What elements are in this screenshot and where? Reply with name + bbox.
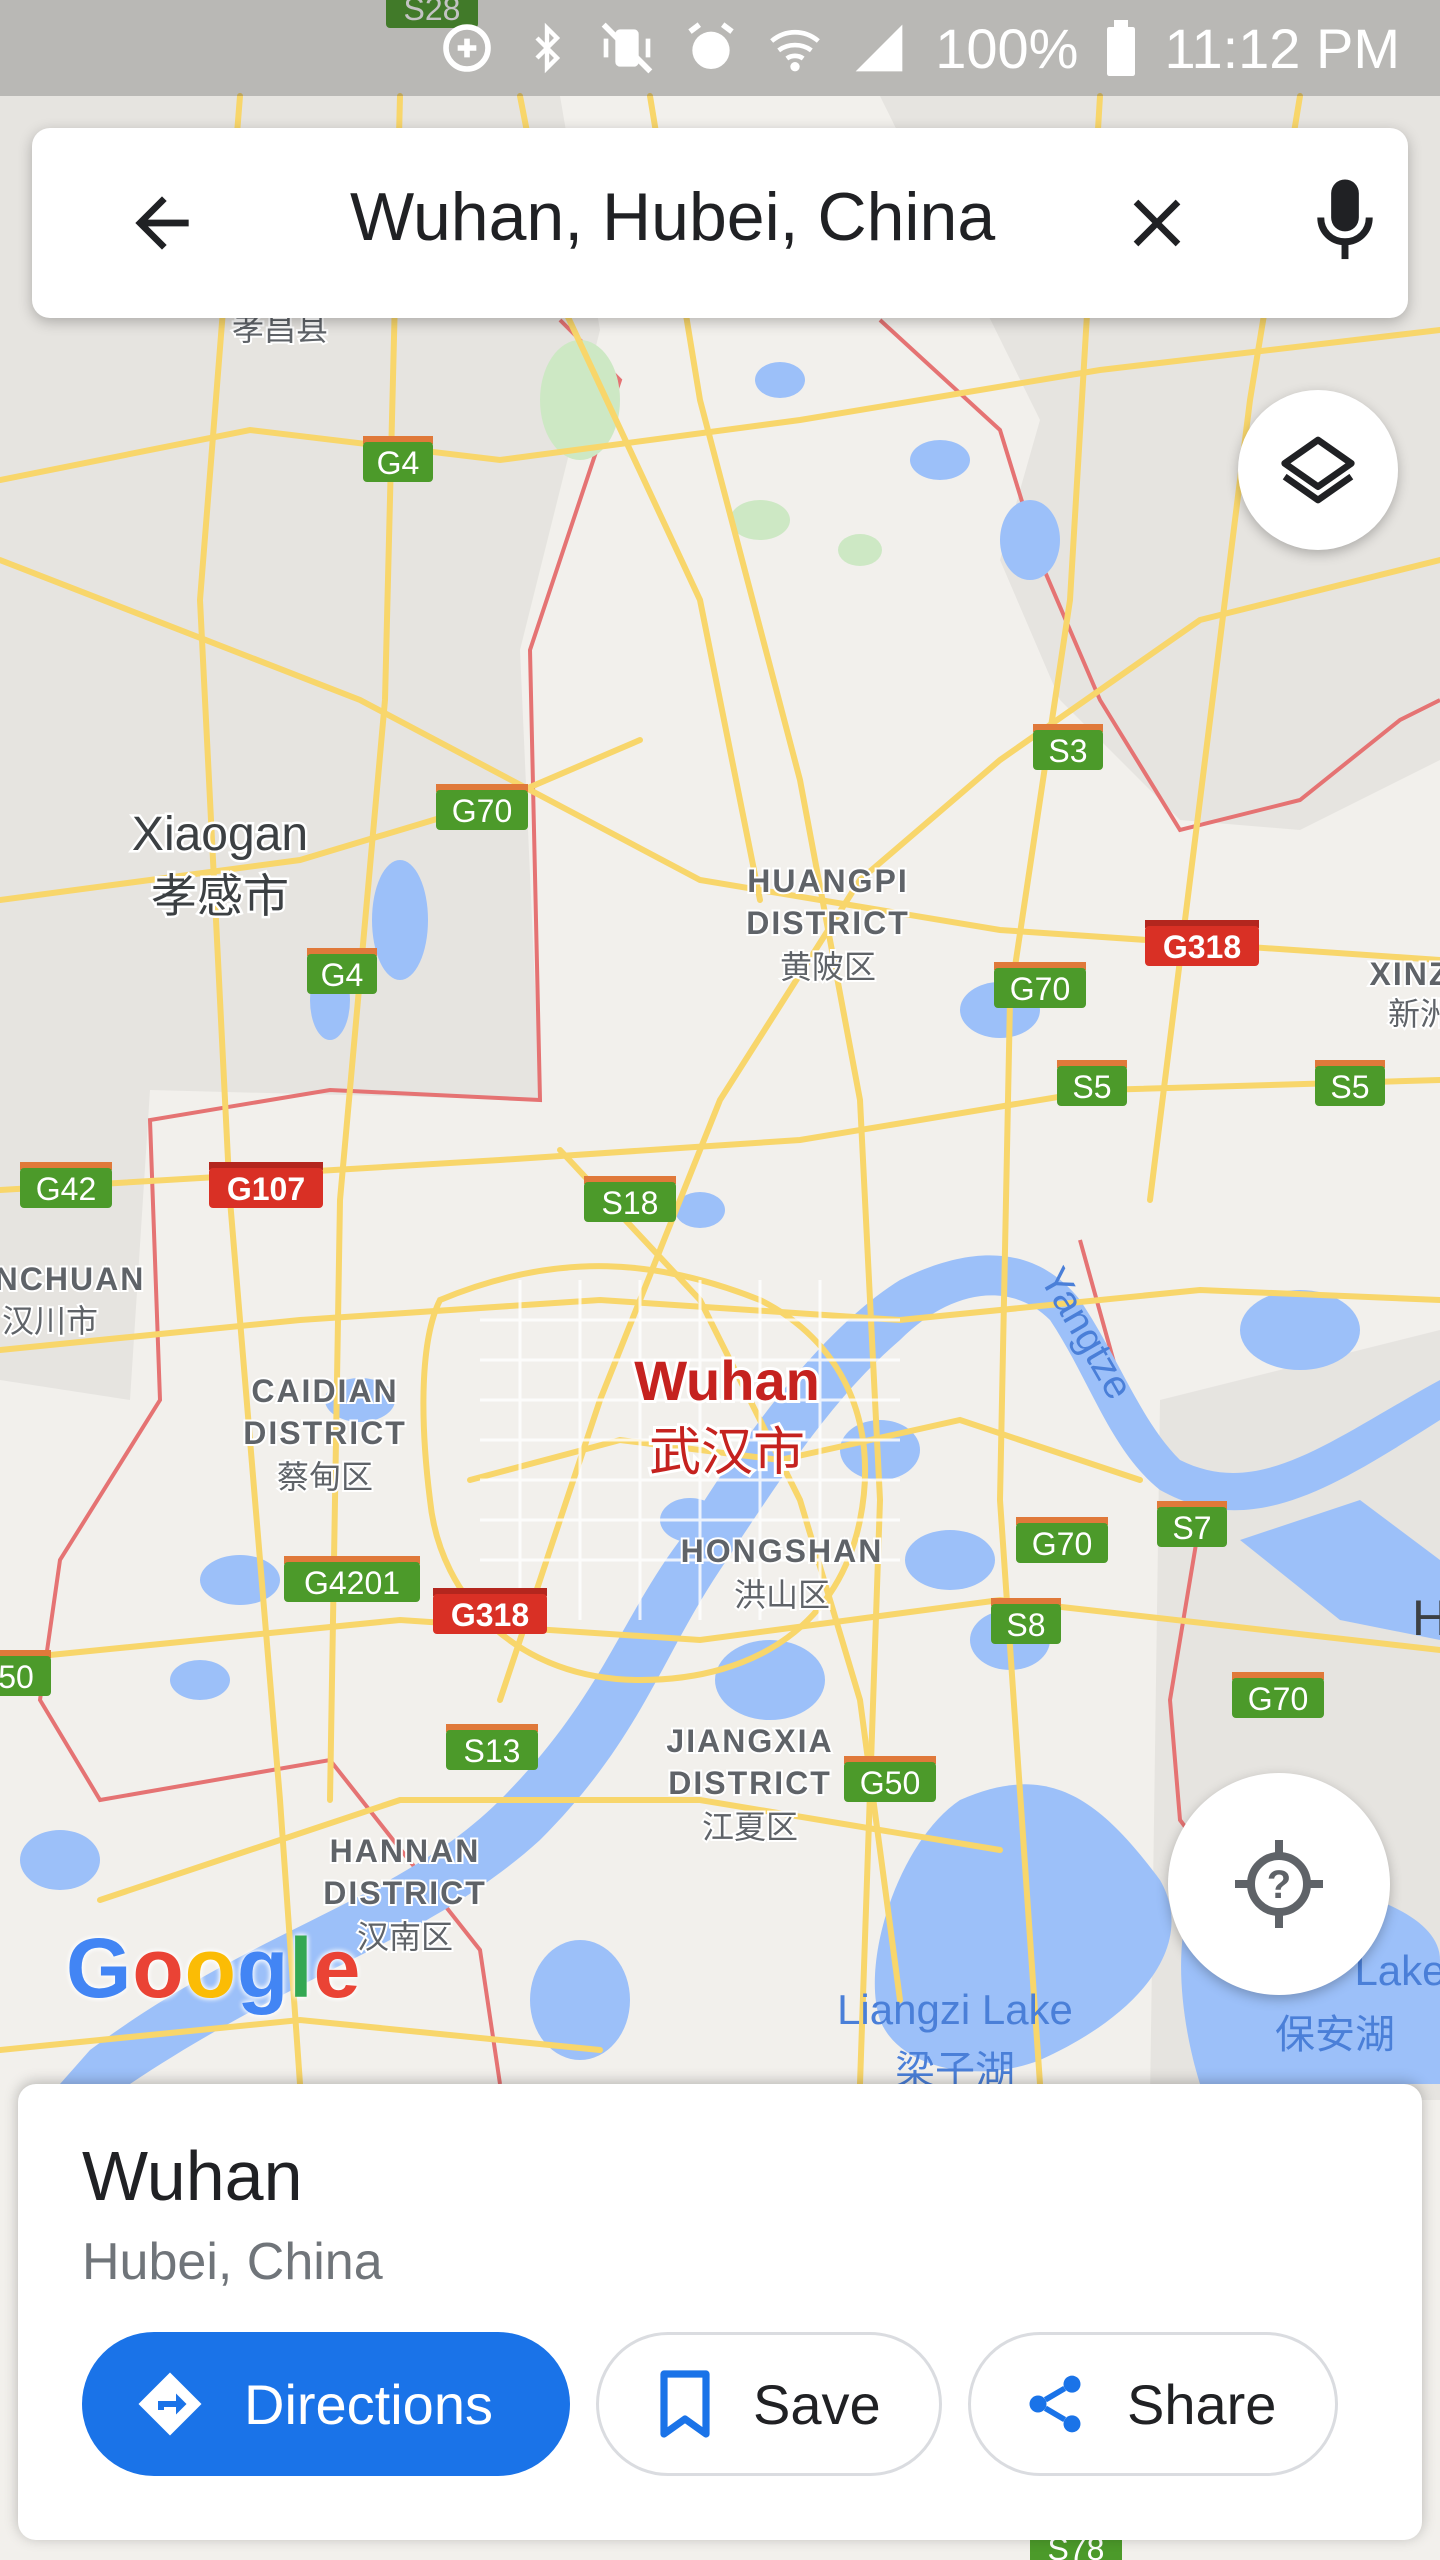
layers-button[interactable] [1238, 390, 1398, 550]
highway-shield-label: G4 [321, 957, 364, 993]
highway-shield-g318[interactable]: G318 [433, 1588, 547, 1634]
status-bar: 100% 11:12 PM [0, 0, 1440, 96]
search-input[interactable]: Wuhan, Hubei, China [350, 178, 995, 256]
map-label-xinz-en[interactable]: XINZ [1368, 954, 1440, 994]
highway-shield-g4[interactable]: G4 [363, 436, 433, 482]
highway-shield-label: S18 [602, 1185, 659, 1221]
highway-shield-g50[interactable]: G50 [844, 1756, 936, 1802]
map-label-xinz-zh[interactable]: 新洲 [1386, 994, 1440, 1034]
highway-shield-label: G318 [451, 1597, 529, 1633]
map-label-hannan-en[interactable]: HANNAN [328, 1831, 481, 1871]
map-label-xiaogan-en[interactable]: Xiaogan [129, 806, 310, 864]
layers-icon [1281, 436, 1355, 504]
highway-shield-g4[interactable]: G4 [307, 948, 377, 994]
highway-shield-label: G70 [452, 793, 512, 829]
highway-shield-label: G50 [860, 1765, 920, 1801]
highway-shield-s8[interactable]: S8 [991, 1598, 1061, 1644]
map-label-xiaogan-zh[interactable]: 孝感市 [149, 868, 292, 925]
highway-shield-label: S5 [1330, 1069, 1369, 1105]
highway-shield-label: G318 [1163, 929, 1241, 965]
highway-shield-g4201[interactable]: G4201 [284, 1556, 420, 1602]
map-label-jiangxia-en2[interactable]: DISTRICT [666, 1763, 832, 1803]
directions-label: Directions [244, 2372, 493, 2436]
locate-icon: ? [1235, 1840, 1323, 1928]
wifi-icon [770, 29, 821, 72]
highway-shield-label: S13 [464, 1733, 521, 1769]
google-logo: Google [66, 1921, 362, 2015]
search-bar[interactable]: Wuhan, Hubei, China [32, 128, 1408, 318]
highway-shield-label: S5 [1072, 1069, 1111, 1105]
map-label-baoan-en[interactable]: Lake [1354, 1947, 1440, 1994]
highway-shield-g107[interactable]: G107 [209, 1162, 323, 1208]
highway-shield-s13[interactable]: S13 [446, 1724, 538, 1770]
battery-percent: 100% [935, 16, 1079, 80]
highway-shield-label: S7 [1172, 1510, 1211, 1546]
vibrate-icon [601, 22, 653, 74]
place-card[interactable]: Wuhan Hubei, China Directions Save Share [18, 2084, 1422, 2540]
back-arrow-icon[interactable] [122, 183, 202, 263]
map-label-hannan-en2[interactable]: DISTRICT [321, 1873, 487, 1913]
place-title: Wuhan [82, 2137, 303, 2215]
highway-shield-label: G70 [1010, 971, 1070, 1007]
highway-shield-s18[interactable]: S18 [584, 1176, 676, 1222]
highway-shield-g318[interactable]: G318 [1145, 920, 1259, 966]
highway-shield-s7[interactable]: S7 [1157, 1501, 1227, 1547]
map-label-caidian-zh[interactable]: 蔡甸区 [275, 1457, 375, 1497]
save-button[interactable]: Save [596, 2332, 942, 2476]
highway-shield-g70[interactable]: G70 [1232, 1672, 1324, 1718]
share-label: Share [1127, 2372, 1277, 2436]
highway-shield-label: G70 [1248, 1681, 1308, 1717]
bluetooth-icon [535, 22, 561, 74]
close-icon[interactable] [1117, 183, 1197, 263]
map-label-main-zh[interactable]: 武汉市 [646, 1421, 808, 1485]
svg-text:?: ? [1267, 1863, 1291, 1907]
highway-shield-50[interactable]: 50 [0, 1650, 51, 1696]
directions-button[interactable]: Directions [82, 2332, 570, 2476]
share-icon [1029, 2375, 1081, 2433]
map-label-liangzi-en[interactable]: Liangzi Lake [837, 1986, 1073, 2033]
highway-shield-s5[interactable]: S5 [1057, 1060, 1127, 1106]
map-label-caidian-en[interactable]: CAIDIAN [249, 1371, 398, 1411]
place-subtitle: Hubei, China [82, 2233, 383, 2291]
locate-button[interactable]: ? [1168, 1773, 1390, 1995]
map-label-caidian-en2[interactable]: DISTRICT [241, 1413, 407, 1453]
map-label-h[interactable]: H [1412, 1590, 1440, 1646]
map-label-jiangxia-zh[interactable]: 江夏区 [700, 1807, 800, 1847]
clock: 11:12 PM [1164, 16, 1400, 80]
share-button[interactable]: Share [968, 2332, 1338, 2476]
highway-shield-label: G70 [1032, 1526, 1092, 1562]
highway-shield-s3[interactable]: S3 [1033, 724, 1103, 770]
highway-shield-g42[interactable]: G42 [20, 1162, 112, 1208]
highway-shield-label: G4201 [304, 1565, 400, 1601]
highway-shield-label: G107 [227, 1171, 305, 1207]
alarm-icon [688, 22, 734, 69]
map-label-nchuan-en[interactable]: NCHUAN [0, 1259, 145, 1299]
map-label-huangpi-zh[interactable]: 黄陂区 [778, 947, 878, 987]
data-saver-icon [443, 24, 492, 72]
map-label-hongshan-en[interactable]: HONGSHAN [679, 1531, 884, 1571]
save-label: Save [753, 2372, 881, 2436]
map-label-baoan-zh[interactable]: 保安湖 [1275, 2013, 1395, 2057]
bookmark-icon [660, 2370, 710, 2438]
battery-icon [1107, 20, 1136, 76]
signal-icon [855, 24, 903, 72]
mic-icon[interactable] [1312, 176, 1378, 266]
highway-shield-g70[interactable]: G70 [1016, 1517, 1108, 1563]
map-label-main-en[interactable]: Wuhan [631, 1346, 823, 1415]
highway-shield-g70[interactable]: G70 [994, 962, 1086, 1008]
map-label-huangpi-en[interactable]: HUANGPI [745, 861, 909, 901]
map-label-hannan-zh[interactable]: 汉南区 [355, 1917, 455, 1957]
highway-shield-label: S3 [1048, 733, 1087, 769]
directions-icon [138, 2372, 202, 2436]
highway-shield-label: G42 [36, 1171, 96, 1207]
map-label-hongshan-zh[interactable]: 洪山区 [732, 1575, 832, 1615]
map-label-jiangxia-en[interactable]: JIANGXIA [664, 1721, 833, 1761]
map-label-nchuan-zh[interactable]: 汉川市 [0, 1301, 100, 1341]
highway-shield-g70[interactable]: G70 [436, 784, 528, 830]
highway-shield-s5[interactable]: S5 [1315, 1060, 1385, 1106]
map-label-huangpi-en2[interactable]: DISTRICT [744, 903, 910, 943]
highway-shield-label: S8 [1006, 1607, 1045, 1643]
highway-shield-label: 50 [0, 1659, 34, 1695]
highway-shield-label: G4 [377, 445, 420, 481]
